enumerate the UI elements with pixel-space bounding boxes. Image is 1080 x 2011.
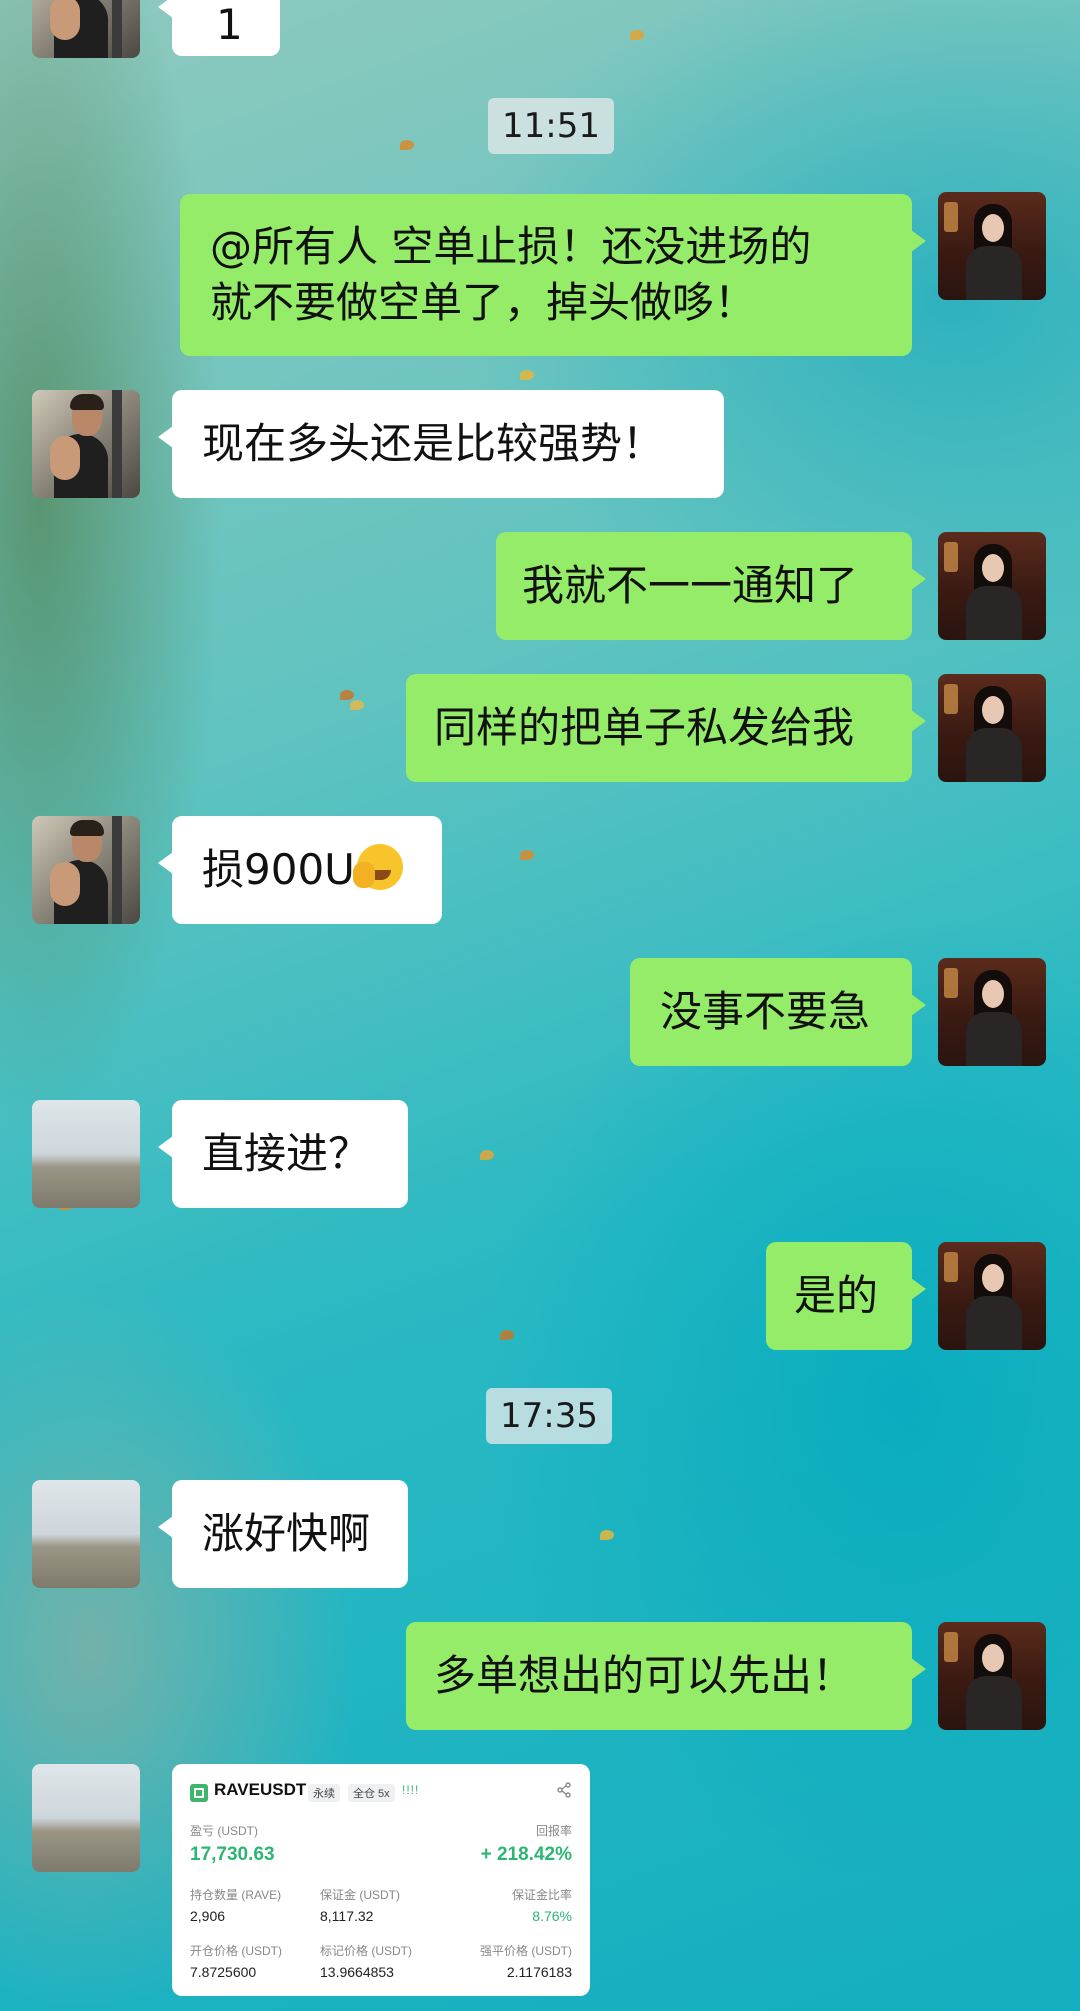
trade-position-card[interactable]: RAVEUSDT 永续 全仓 5x !!!! 盈亏 (USDT) 回报率 17,… [172,1764,590,1996]
message-text: 我就不一一通知了 [522,561,859,610]
mark-price-value: 13.9664853 [320,1964,394,1980]
margin-value: 8,117.32 [320,1908,374,1924]
margin-ratio-value: 8.76% [532,1908,572,1924]
message-text: 直接进？ [202,1129,371,1178]
message-text: 是的 [794,1271,879,1320]
avatar-contact-beach[interactable] [32,1480,140,1588]
liq-price-value: 2.1176183 [506,1964,572,1980]
avatar-self[interactable] [938,1622,1046,1730]
mark-price-label: 标记价格 (USDT) [320,1944,412,1958]
margin-ratio-label: 保证金比率 [511,1888,572,1902]
roi-label: 回报率 [535,1824,572,1838]
message-text: 现在多头还是比较强势！ [202,419,665,468]
message-bubble-partial[interactable]: 1 [158,0,280,56]
message-text: 涨好快啊 [202,1509,371,1558]
timestamp: 17:35 [486,1388,612,1444]
message-text: 没事不要急 [660,987,871,1036]
tag-perpetual: 永续 [308,1784,340,1802]
signal-bars-icon: !!!! [402,1783,420,1797]
avatar-contact-gym[interactable] [32,0,140,58]
message-bubble-received[interactable]: 现在多头还是比较强势！ [158,390,724,498]
exchange-logo-icon [190,1784,208,1802]
message-bubble-sent[interactable]: @所有人 空单止损！还没进场的 就不要做空单了，掉头做哆！ [180,194,926,356]
message-text: 多单想出的可以先出！ [434,1651,855,1700]
message-bubble-received[interactable]: 涨好快啊 [158,1480,408,1588]
message-bubble-received[interactable]: 直接进？ [158,1100,408,1208]
avatar-self[interactable] [938,192,1046,300]
message-bubble-sent[interactable]: 没事不要急 [630,958,926,1066]
background-leaf [520,370,534,380]
trade-symbol: RAVEUSDT [214,1780,307,1799]
message-text-line-2: 就不要做空单了，掉头做哆！ [210,278,757,327]
background-leaf [600,1530,614,1540]
timestamp: 11:51 [488,98,614,154]
message-text: 1 [216,0,243,49]
avatar-contact-gym[interactable] [32,390,140,498]
qty-label: 持仓数量 (RAVE) [190,1888,282,1902]
background-leaf [340,690,354,700]
open-price-value: 7.8725600 [190,1964,257,1980]
message-content: 损900U [202,843,403,897]
message-text: 损900U [202,845,355,894]
pnl-value: 17,730.63 [190,1844,275,1865]
background-leaf [400,140,414,150]
face-with-hand-over-mouth-icon [352,844,403,890]
background-leaf [520,850,534,860]
background-leaf [480,1150,494,1160]
avatar-self[interactable] [938,958,1046,1066]
avatar-self[interactable] [938,1242,1046,1350]
pnl-label: 盈亏 (USDT) [190,1824,258,1838]
message-bubble-received[interactable]: 损900U [158,816,442,924]
avatar-self[interactable] [938,532,1046,640]
background-leaf [500,1330,514,1340]
tag-margin-mode: 全仓 5x [348,1784,395,1802]
message-bubble-sent[interactable]: 同样的把单子私发给我 [406,674,926,782]
message-bubble-sent[interactable]: 是的 [766,1242,926,1350]
avatar-contact-beach[interactable] [32,1764,140,1872]
background-leaf [630,30,644,40]
message-bubble-sent[interactable]: 我就不一一通知了 [496,532,926,640]
margin-label: 保证金 (USDT) [320,1888,400,1902]
share-icon[interactable] [556,1782,572,1803]
roi-value: + 218.42% [480,1844,572,1865]
qty-value: 2,906 [190,1908,226,1924]
open-price-label: 开仓价格 (USDT) [190,1944,282,1958]
message-text: 同样的把单子私发给我 [434,703,855,752]
liq-price-label: 强平价格 (USDT) [480,1944,572,1958]
message-text-line-1: @所有人 空单止损！还没进场的 [210,222,812,271]
background-leaf [350,700,364,710]
avatar-self[interactable] [938,674,1046,782]
message-bubble-sent[interactable]: 多单想出的可以先出！ [406,1622,926,1730]
avatar-contact-beach[interactable] [32,1100,140,1208]
avatar-contact-gym[interactable] [32,816,140,924]
